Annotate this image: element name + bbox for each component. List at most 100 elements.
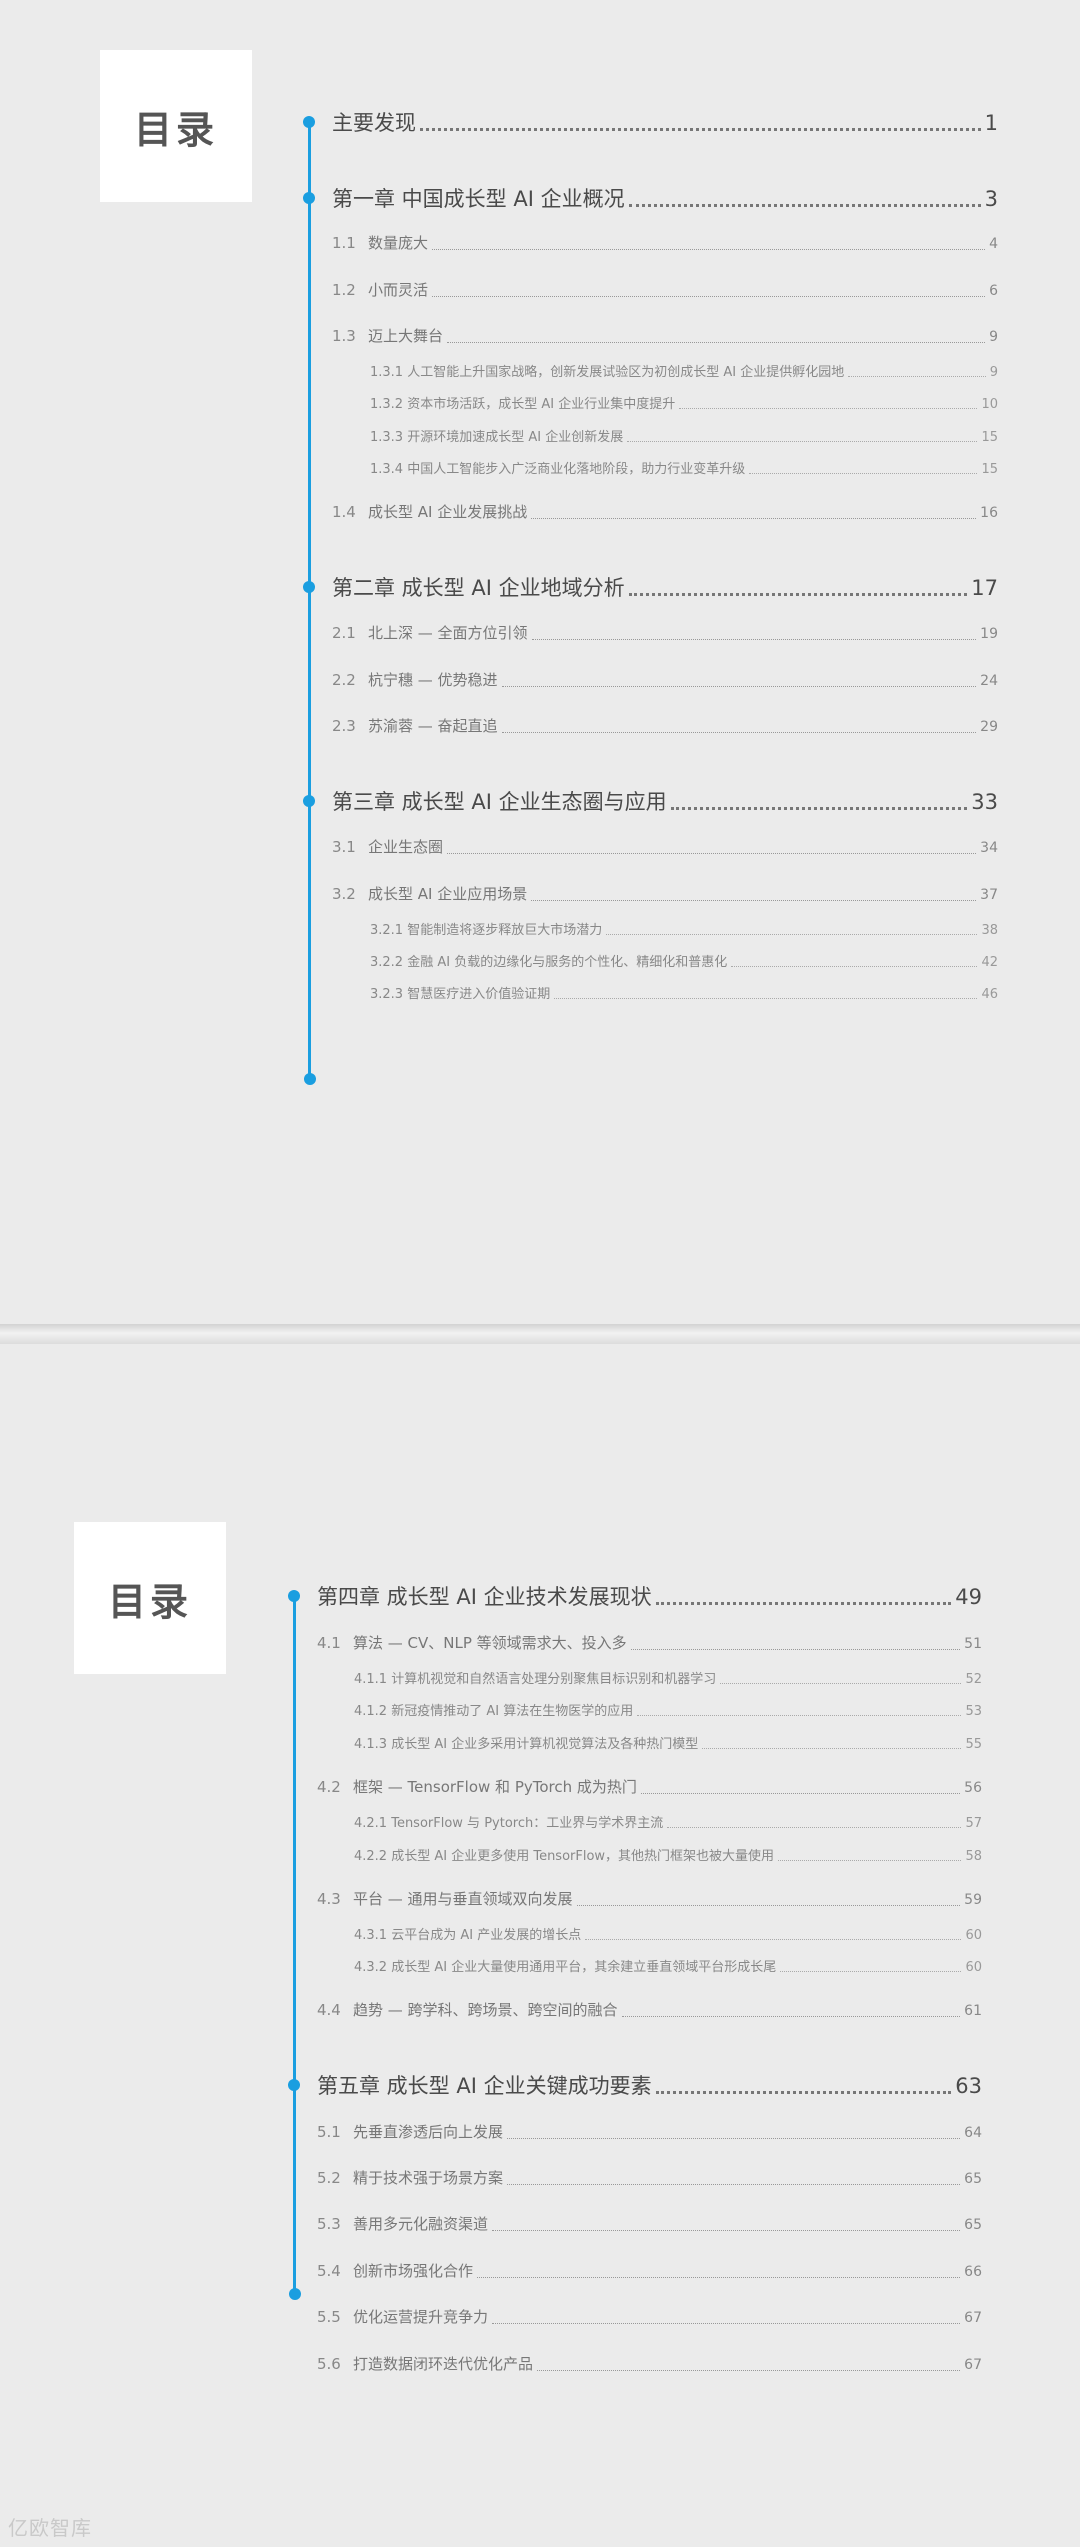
toc-section-entry[interactable]: 5.1 先垂直渗透后向上发展 64 [317, 2121, 982, 2143]
watermark-logo: 亿欧智库 [8, 2516, 92, 2540]
toc-subsection-entry[interactable]: 3.2.1 智能制造将逐步释放巨大市场潜力 38 [370, 919, 998, 939]
toc-subsection-entry[interactable]: 4.1.2 新冠疫情推动了 AI 算法在生物医学的应用 53 [354, 1700, 982, 1720]
toc-section-entry[interactable]: 1.1 数量庞大 4 [332, 232, 998, 254]
toc-page-number: 55 [965, 1737, 982, 1752]
toc-section-entry[interactable]: 2.2 杭宁穗 — 优势稳进 24 [332, 669, 998, 691]
timeline-chapter-dot [302, 116, 315, 128]
toc-section-entry[interactable]: 1.2 小而灵活 6 [332, 279, 998, 301]
toc-entry-code: 1.3 [332, 327, 356, 345]
toc-page-number: 65 [964, 2217, 982, 2233]
toc-chapter-entry[interactable]: 第五章 成长型 AI 企业关键成功要素 63 [317, 2070, 982, 2100]
toc-page-number: 51 [964, 1636, 982, 1652]
toc-page-1: 目录 主要发现 1 第一章 中国成长型 AI 企业概况 3 1.1 数量庞大 4 1.2 小而灵… [0, 0, 1080, 1324]
toc-page-number: 61 [964, 2003, 982, 2019]
toc-dot-leader [679, 403, 978, 409]
toc-page-number: 63 [955, 2074, 982, 2098]
toc-entry-label: 成长型 AI 企业应用场景 [368, 885, 528, 903]
toc-dot-leader [531, 512, 977, 519]
toc-section-entry[interactable]: 2.1 北上深 — 全面方位引领 19 [332, 622, 998, 644]
toc-chapter-entry[interactable]: 第二章 成长型 AI 企业地域分析 17 [332, 572, 998, 602]
toc-entry-label: 4.3.1 云平台成为 AI 产业发展的增长点 [354, 1928, 582, 1943]
toc-chapter-entry[interactable]: 第四章 成长型 AI 企业技术发展现状 49 [317, 1581, 982, 1611]
toc-subsection-entry[interactable]: 3.2.3 智慧医疗进入价值验证期 46 [370, 983, 998, 1003]
toc-entry-code: 4.2 [317, 1778, 341, 1796]
toc-dot-leader [655, 1594, 952, 1605]
toc-subsection-entry[interactable]: 4.1.3 成长型 AI 企业多采用计算机视觉算法及各种热门模型 55 [354, 1733, 982, 1753]
toc-entry-label: 第一章 中国成长型 AI 企业概况 [332, 187, 625, 211]
timeline-chapter-dot [287, 2079, 300, 2091]
toc-section-entry[interactable]: 3.2 成长型 AI 企业应用场景 37 [332, 883, 998, 905]
toc-entry-label: 第四章 成长型 AI 企业技术发展现状 [317, 1585, 652, 1609]
toc-entry-code: 1.4 [332, 503, 356, 521]
toc-subsection-entry[interactable]: 4.2.1 TensorFlow 与 Pytorch：工业界与学术界主流 57 [354, 1812, 982, 1832]
toc-subsection-entry[interactable]: 1.3.2 资本市场活跃，成长型 AI 企业行业集中度提升 10 [370, 393, 998, 413]
toc-page-number: 6 [989, 283, 998, 299]
toc-dot-leader [780, 1966, 962, 1972]
toc-entry-label: 1.3.1 人工智能上升国家战略，创新发展试验区为初创成长型 AI 企业提供孵化… [370, 365, 845, 380]
toc-chapter-entry[interactable]: 第一章 中国成长型 AI 企业概况 3 [332, 183, 998, 213]
toc-chapter-entry[interactable]: 第三章 成长型 AI 企业生态圈与应用 33 [332, 786, 998, 816]
toc-dot-leader [585, 1934, 962, 1940]
toc-subsection-entry[interactable]: 1.3.1 人工智能上升国家战略，创新发展试验区为初创成长型 AI 企业提供孵化… [370, 361, 998, 381]
toc-page-number: 60 [965, 1928, 982, 1943]
timeline-chapter-dot [302, 581, 315, 593]
toc-subsection-entry[interactable]: 4.1.1 计算机视觉和自然语言处理分别聚焦目标识别和机器学习 52 [354, 1668, 982, 1688]
toc-page-number: 4 [989, 236, 998, 252]
toc-dot-leader [627, 436, 978, 442]
toc-section-entry[interactable]: 1.4 成长型 AI 企业发展挑战 16 [332, 501, 998, 523]
toc-subsection-entry[interactable]: 3.2.2 金融 AI 负载的边缘化与服务的个性化、精细化和普惠化 42 [370, 951, 998, 971]
toc-entry-label: 小而灵活 [368, 281, 429, 299]
toc-entry-label: 优化运营提升竞争力 [353, 2308, 489, 2326]
toc-entry-label: 3.2.3 智慧医疗进入价值验证期 [370, 987, 551, 1002]
toc-section-entry[interactable]: 2.3 苏渝蓉 — 奋起直追 29 [332, 715, 998, 737]
toc-page-number: 15 [981, 462, 998, 477]
toc-chapter-entry[interactable]: 主要发现 1 [332, 107, 998, 137]
toc-section-entry[interactable]: 5.6 打造数据闭环迭代优化产品 67 [317, 2353, 982, 2375]
toc-entry-label: 创新市场强化合作 [353, 2262, 474, 2280]
toc-section-entry[interactable]: 4.2 框架 — TensorFlow 和 PyTorch 成为热门 56 [317, 1776, 982, 1798]
toc-subsection-entry[interactable]: 4.2.2 成长型 AI 企业更多使用 TensorFlow，其他热门框架也被大… [354, 1845, 982, 1865]
toc-section-entry[interactable]: 3.1 企业生态圈 34 [332, 836, 998, 858]
toc-subsection-entry[interactable]: 4.3.2 成长型 AI 企业大量使用通用平台，其余建立垂直领域平台形成长尾 60 [354, 1956, 982, 1976]
toc-subsection-entry[interactable]: 4.3.1 云平台成为 AI 产业发展的增长点 60 [354, 1924, 982, 1944]
toc-page-number: 16 [980, 505, 998, 521]
toc-dot-leader [628, 196, 981, 207]
toc-entry-label: 第五章 成长型 AI 企业关键成功要素 [317, 2074, 652, 2098]
toc-entry-code: 4.4 [317, 2001, 341, 2019]
toc-page-number: 29 [980, 719, 998, 735]
toc-page-number: 56 [964, 1780, 982, 1796]
toc-page-number: 1 [984, 111, 998, 135]
toc-page-number: 52 [965, 1672, 982, 1687]
toc-section-entry[interactable]: 5.4 创新市场强化合作 66 [317, 2260, 982, 2282]
toc-page-number: 58 [965, 1849, 982, 1864]
toc-subsection-entry[interactable]: 1.3.4 中国人工智能步入广泛商业化落地阶段，助力行业变革升级 15 [370, 458, 998, 478]
toc-page-number: 67 [964, 2310, 982, 2326]
toc-dot-leader [749, 468, 978, 474]
toc-entry-label: 平台 — 通用与垂直领域双向发展 [353, 1890, 573, 1908]
page-divider [0, 1324, 1080, 1344]
toc-dot-leader [501, 680, 977, 687]
toc-entry-code: 3.2 [332, 885, 356, 903]
toc-entry-label: 4.1.2 新冠疫情推动了 AI 算法在生物医学的应用 [354, 1704, 634, 1719]
toc-section-entry[interactable]: 4.4 趋势 — 跨学科、跨场景、跨空间的融合 61 [317, 1999, 982, 2021]
toc-section-entry[interactable]: 1.3 迈上大舞台 9 [332, 325, 998, 347]
toc-entry-label: 4.3.2 成长型 AI 企业大量使用通用平台，其余建立垂直领域平台形成长尾 [354, 1960, 777, 1975]
toc-page-number: 15 [981, 430, 998, 445]
toc-subsection-entry[interactable]: 1.3.3 开源环境加速成长型 AI 企业创新发展 15 [370, 426, 998, 446]
toc-section-entry[interactable]: 5.3 善用多元化融资渠道 65 [317, 2213, 982, 2235]
toc-page-number: 42 [981, 955, 998, 970]
toc-title: 目录 [100, 50, 252, 202]
toc-entry-code: 1.2 [332, 281, 356, 299]
toc-page-number: 17 [971, 576, 998, 600]
timeline-chapter-dot [287, 1590, 300, 1602]
toc-dot-leader [554, 993, 978, 999]
toc-dot-leader [702, 1743, 962, 1749]
toc-dot-leader [531, 633, 977, 640]
toc-section-entry[interactable]: 4.3 平台 — 通用与垂直领域双向发展 59 [317, 1888, 982, 1910]
toc-entry-code: 5.1 [317, 2123, 341, 2141]
toc-section-entry[interactable]: 4.1 算法 — CV、NLP 等领域需求大、投入多 51 [317, 1632, 982, 1654]
toc-section-entry[interactable]: 5.5 优化运营提升竞争力 67 [317, 2306, 982, 2328]
toc-page-number: 64 [964, 2125, 982, 2141]
toc-section-entry[interactable]: 5.2 精于技术强于场景方案 65 [317, 2167, 982, 2189]
toc-entry-label: 4.1.3 成长型 AI 企业多采用计算机视觉算法及各种热门模型 [354, 1737, 699, 1752]
